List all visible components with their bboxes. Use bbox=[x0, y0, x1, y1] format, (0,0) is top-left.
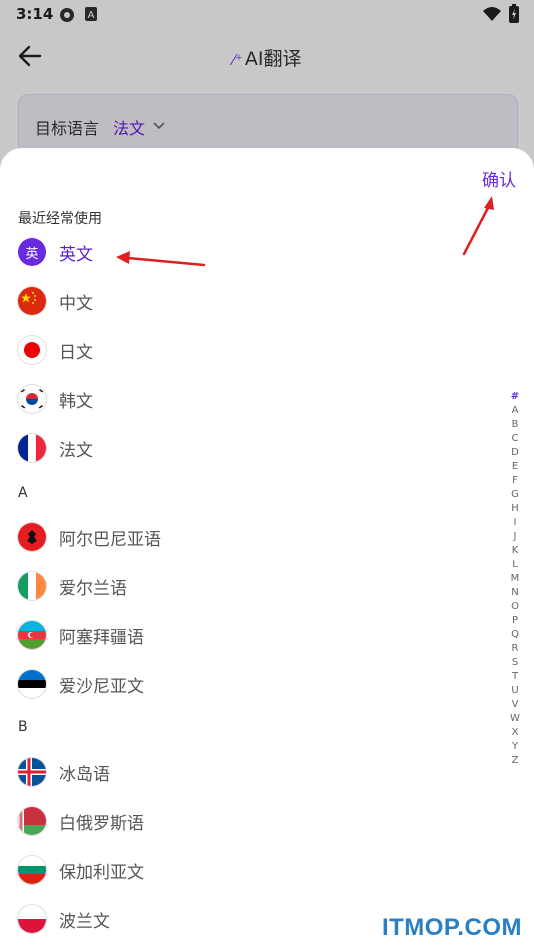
watermark: ITMOP.COM bbox=[381, 914, 522, 941]
language-name: 爱尔兰语 bbox=[59, 578, 127, 599]
japan-flag-icon bbox=[18, 336, 46, 364]
index-letter[interactable]: Q bbox=[511, 628, 519, 642]
index-letter[interactable]: B bbox=[512, 418, 519, 432]
language-name: 白俄罗斯语 bbox=[59, 813, 144, 834]
korea-flag-icon bbox=[18, 385, 46, 413]
index-letter[interactable]: K bbox=[512, 544, 519, 558]
index-letter[interactable]: J bbox=[514, 530, 517, 544]
index-letter[interactable]: # bbox=[511, 390, 519, 404]
ireland-flag-icon bbox=[18, 572, 46, 600]
language-item-english[interactable]: 英 英文 bbox=[18, 232, 478, 272]
language-name: 法文 bbox=[59, 440, 93, 461]
section-header-a: A bbox=[18, 485, 28, 501]
section-header-b: B bbox=[18, 719, 28, 735]
language-item-french[interactable]: 法文 bbox=[18, 428, 478, 468]
annotation-arrow-confirm bbox=[462, 196, 494, 256]
albania-flag-icon bbox=[18, 523, 46, 551]
language-name: 韩文 bbox=[59, 391, 93, 412]
alphabet-index-bar[interactable]: # A B C D E F G H I J K L M N O P Q R S … bbox=[508, 390, 522, 768]
index-letter[interactable]: U bbox=[511, 684, 518, 698]
bulgaria-flag-icon bbox=[18, 856, 46, 884]
language-item-azerbaijani[interactable]: 阿塞拜疆语 bbox=[18, 615, 478, 655]
index-letter[interactable]: P bbox=[512, 614, 518, 628]
belarus-flag-icon bbox=[18, 807, 46, 835]
index-letter[interactable]: A bbox=[512, 404, 519, 418]
language-name: 阿塞拜疆语 bbox=[59, 627, 144, 648]
iceland-flag-icon bbox=[18, 758, 46, 786]
index-letter[interactable]: X bbox=[512, 726, 519, 740]
azerbaijan-flag-icon bbox=[18, 621, 46, 649]
index-letter[interactable]: I bbox=[514, 516, 517, 530]
language-name: 爱沙尼亚文 bbox=[59, 676, 144, 697]
language-item-korean[interactable]: 韩文 bbox=[18, 379, 478, 419]
index-letter[interactable]: V bbox=[512, 698, 519, 712]
index-letter[interactable]: T bbox=[512, 670, 518, 684]
language-picker-sheet: 确认 最近经常使用 英 英文 中文 日文 韩文 法文 A 阿尔巴尼亚语 爱尔兰语… bbox=[0, 148, 534, 950]
selected-badge: 英 bbox=[18, 238, 46, 266]
language-item-estonian[interactable]: 爱沙尼亚文 bbox=[18, 664, 478, 704]
index-letter[interactable]: W bbox=[510, 712, 520, 726]
index-letter[interactable]: E bbox=[512, 460, 518, 474]
index-letter[interactable]: M bbox=[511, 572, 520, 586]
index-letter[interactable]: N bbox=[511, 586, 518, 600]
language-item-bulgarian[interactable]: 保加利亚文 bbox=[18, 850, 478, 890]
language-item-albanian[interactable]: 阿尔巴尼亚语 bbox=[18, 517, 478, 557]
language-name: 阿尔巴尼亚语 bbox=[59, 529, 161, 550]
index-letter[interactable]: D bbox=[511, 446, 519, 460]
language-name: 波兰文 bbox=[59, 911, 110, 932]
language-item-icelandic[interactable]: 冰岛语 bbox=[18, 752, 478, 792]
index-letter[interactable]: H bbox=[511, 502, 519, 516]
language-item-japanese[interactable]: 日文 bbox=[18, 330, 478, 370]
index-letter[interactable]: O bbox=[511, 600, 519, 614]
language-item-belarusian[interactable]: 白俄罗斯语 bbox=[18, 801, 478, 841]
index-letter[interactable]: F bbox=[512, 474, 518, 488]
index-letter[interactable]: Y bbox=[512, 740, 518, 754]
index-letter[interactable]: L bbox=[512, 558, 518, 572]
language-name: 保加利亚文 bbox=[59, 862, 144, 883]
index-letter[interactable]: S bbox=[512, 656, 518, 670]
index-letter[interactable]: C bbox=[512, 432, 519, 446]
index-letter[interactable]: R bbox=[512, 642, 519, 656]
language-name: 中文 bbox=[59, 293, 93, 314]
recent-section-title: 最近经常使用 bbox=[18, 211, 102, 227]
language-name: 日文 bbox=[59, 342, 93, 363]
france-flag-icon bbox=[18, 434, 46, 462]
language-name: 英文 bbox=[59, 244, 93, 265]
estonia-flag-icon bbox=[18, 670, 46, 698]
poland-flag-icon bbox=[18, 905, 46, 933]
language-item-chinese[interactable]: 中文 bbox=[18, 281, 478, 321]
index-letter[interactable]: G bbox=[511, 488, 519, 502]
china-flag-icon bbox=[18, 287, 46, 315]
confirm-button[interactable]: 确认 bbox=[482, 166, 516, 191]
annotation-arrow-english bbox=[116, 251, 206, 267]
language-name: 冰岛语 bbox=[59, 764, 110, 785]
index-letter[interactable]: Z bbox=[512, 754, 519, 768]
language-item-irish[interactable]: 爱尔兰语 bbox=[18, 566, 478, 606]
